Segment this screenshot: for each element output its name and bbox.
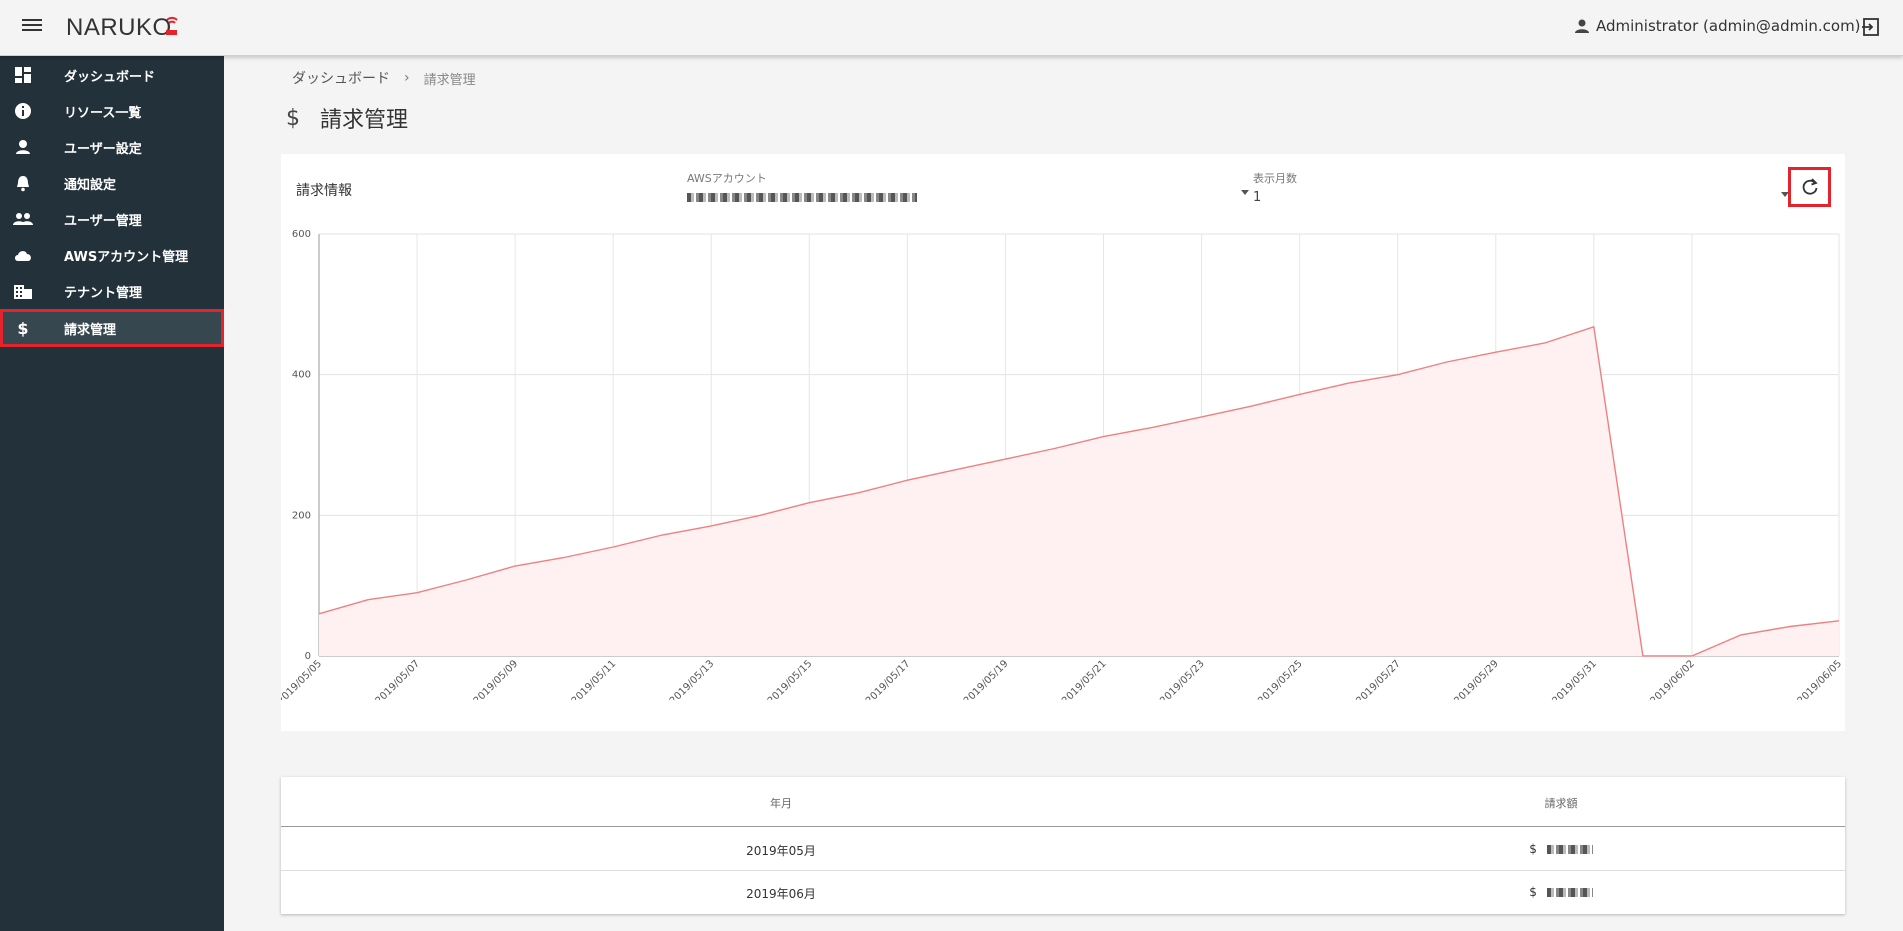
sidebar-item-tenants[interactable]: テナント管理	[0, 273, 224, 309]
y-tick-label: 0	[305, 651, 311, 662]
x-tick-label: 2019/05/27	[1354, 658, 1403, 700]
cell-month: 2019年05月	[746, 844, 816, 858]
sidebar: ダッシュボード リソース一覧 ユーザー設定 通知設定 ユーザー管理 AWSアカウ…	[0, 56, 224, 931]
sidebar-item-resources[interactable]: リソース一覧	[0, 93, 224, 129]
building-icon	[13, 281, 33, 301]
sidebar-item-label: ダッシュボード	[64, 69, 156, 85]
person-icon	[1575, 19, 1589, 33]
cell-month: 2019年06月	[746, 887, 816, 901]
sidebar-item-label: リソース一覧	[64, 105, 142, 121]
masked-value	[1546, 888, 1593, 897]
table-header-row: 年月 請求額	[281, 777, 1845, 827]
x-tick-label: 2019/05/11	[570, 658, 619, 700]
x-tick-label: 2019/05/23	[1158, 658, 1207, 700]
breadcrumb-separator: ›	[404, 70, 410, 86]
sidebar-item-label: ユーザー管理	[64, 213, 142, 229]
app-logo: NARUKO	[66, 14, 172, 41]
top-app-bar: NARUKO Administrator (admin@admin.com)	[0, 0, 1903, 56]
refresh-icon	[1802, 178, 1818, 195]
y-tick-label: 400	[292, 370, 311, 381]
refresh-button[interactable]	[1788, 167, 1831, 207]
x-tick-label: 2019/05/09	[472, 658, 521, 700]
sidebar-item-notifications[interactable]: 通知設定	[0, 165, 224, 201]
cell-amount: $	[1471, 842, 1651, 856]
x-tick-label: 2019/05/21	[1060, 658, 1109, 700]
sidebar-item-aws-accounts[interactable]: AWSアカウント管理	[0, 237, 224, 273]
sidebar-item-dashboard[interactable]: ダッシュボード	[0, 57, 224, 93]
x-tick-label: 2019/05/17	[864, 658, 913, 700]
billing-table: 年月 請求額 2019年05月 $ 2019年06月 $	[281, 777, 1845, 914]
sidebar-item-label: 通知設定	[64, 177, 117, 193]
dollar-icon: $	[17, 318, 29, 338]
dashboard-icon	[13, 65, 33, 85]
page-title: $ 請求管理	[286, 102, 408, 134]
currency-symbol: $	[1529, 842, 1537, 856]
page-title-text: 請求管理	[320, 108, 409, 133]
caret-down-icon	[1241, 190, 1249, 195]
x-tick-label: 2019/05/07	[374, 658, 423, 700]
y-tick-label: 200	[292, 510, 311, 521]
logout-icon[interactable]	[1860, 16, 1882, 38]
x-tick-label: 2019/05/31	[1550, 658, 1599, 700]
people-icon	[13, 209, 33, 229]
breadcrumb-home-link[interactable]: ダッシュボード	[292, 68, 390, 88]
aws-account-select[interactable]: AWSアカウント	[687, 170, 917, 205]
x-tick-label: 2019/05/19	[962, 658, 1011, 700]
info-icon	[13, 101, 33, 121]
months-label: 表示月数	[1253, 172, 1297, 185]
column-header-amount: 請求額	[1544, 797, 1578, 810]
x-tick-label: 2019/05/13	[668, 658, 717, 700]
sidebar-item-label: テナント管理	[64, 285, 143, 301]
card-title: 請求情報	[296, 183, 352, 199]
sidebar-item-label: ユーザー設定	[64, 141, 142, 157]
months-value: 1	[1253, 190, 1262, 205]
logo-signal-icon	[166, 16, 178, 35]
x-tick-label: 2019/05/15	[766, 658, 815, 700]
user-account[interactable]: Administrator (admin@admin.com)	[1574, 17, 1861, 35]
billing-area-chart: 0 200 400 600 2019/05/05 2019/05/07 2019/05/09…	[281, 230, 1845, 700]
aws-account-label: AWSアカウント	[687, 172, 767, 185]
x-tick-label: 2019/05/25	[1256, 658, 1305, 700]
bell-icon	[13, 173, 33, 193]
breadcrumb-current: 請求管理	[423, 72, 476, 88]
hamburger-menu-icon[interactable]	[22, 16, 42, 36]
months-select[interactable]: 表示月数 1	[1241, 170, 1789, 205]
masked-value	[687, 193, 917, 202]
dollar-icon: $	[286, 105, 300, 131]
sidebar-item-billing[interactable]: $ 請求管理	[0, 309, 224, 347]
cell-amount: $	[1471, 885, 1651, 899]
masked-value	[1546, 845, 1593, 854]
y-tick-label: 600	[292, 230, 311, 240]
person-icon	[13, 137, 33, 157]
x-tick-label: 2019/05/29	[1452, 658, 1501, 700]
series-area	[319, 326, 1839, 656]
x-tick-label: 2019/06/02	[1648, 658, 1697, 700]
currency-symbol: $	[1529, 885, 1537, 899]
column-header-month: 年月	[770, 797, 792, 810]
sidebar-item-label: 請求管理	[64, 322, 117, 338]
aws-account-value	[687, 190, 917, 205]
x-tick-label: 2019/06/05	[1796, 658, 1845, 700]
cloud-icon	[13, 245, 33, 265]
billing-info-card: 請求情報 AWSアカウント 表示月数 1 0 200 400 600 2019/05/0…	[281, 154, 1845, 731]
user-label: Administrator (admin@admin.com)	[1596, 17, 1861, 35]
sidebar-item-user-management[interactable]: ユーザー管理	[0, 201, 224, 237]
table-row: 2019年05月 $	[281, 828, 1845, 871]
sidebar-item-label: AWSアカウント管理	[64, 249, 189, 265]
sidebar-item-user-settings[interactable]: ユーザー設定	[0, 129, 224, 165]
x-tick-label: 2019/05/05	[281, 658, 324, 700]
table-row: 2019年06月 $	[281, 871, 1845, 914]
breadcrumb: ダッシュボード › 請求管理	[292, 68, 476, 88]
